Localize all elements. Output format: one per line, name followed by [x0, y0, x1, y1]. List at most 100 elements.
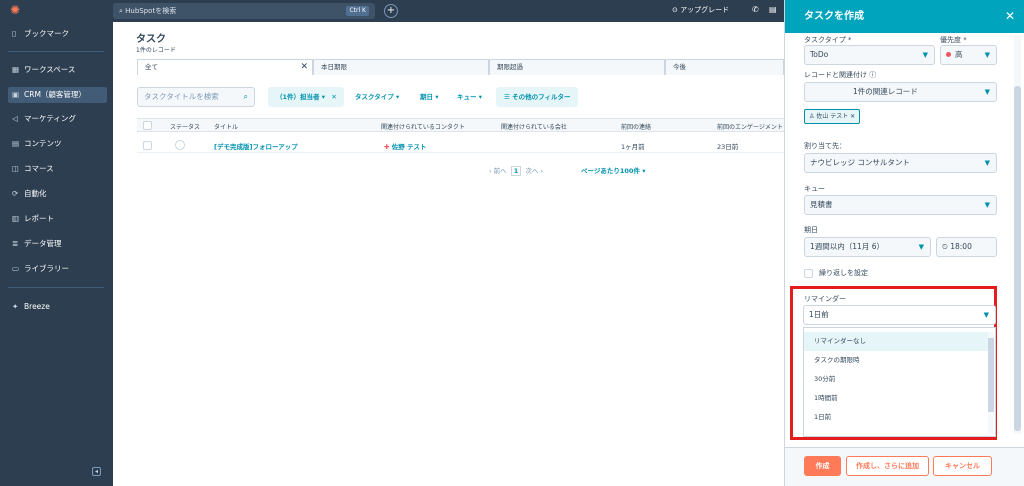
task-search-input[interactable]: タスクタイトルを検索 ⌕: [137, 87, 255, 107]
sidebar-item-label: マーケティング: [24, 114, 76, 123]
reminder-option-1day[interactable]: 1日前: [804, 408, 988, 427]
search-placeholder: HubSpotを検索: [125, 7, 177, 15]
reminder-option-at-due[interactable]: タスクの期限時: [804, 351, 988, 370]
collapse-sidebar-button[interactable]: ◂: [92, 467, 101, 476]
tab-label: 本日期限: [321, 63, 347, 71]
due-time-input[interactable]: ⏲ 18:00: [936, 237, 997, 257]
current-page-number[interactable]: 1: [510, 166, 522, 176]
per-page-label: ページあたり100件: [581, 167, 640, 175]
tab-overdue[interactable]: 期限超過: [489, 59, 665, 75]
due-filter[interactable]: 期日 ▾: [420, 87, 439, 107]
folder-icon: ▭: [12, 264, 20, 273]
upgrade-icon: ⊙: [672, 6, 681, 14]
repeat-checkbox[interactable]: [804, 268, 813, 278]
caret-down-icon: ▼: [984, 88, 990, 96]
column-header-contact[interactable]: 関連付けられているコンタクト: [381, 122, 465, 131]
priority-select[interactable]: 高 ▼: [940, 45, 997, 65]
sidebar-item-label: コマース: [24, 164, 54, 173]
dropdown-scrollbar-thumb[interactable]: [988, 338, 994, 412]
sidebar-item-library[interactable]: ▭ ライブラリー: [8, 261, 107, 277]
hubspot-logo-icon[interactable]: ✺: [8, 3, 22, 17]
phone-icon[interactable]: ✆: [752, 5, 759, 14]
reminder-select[interactable]: 1日前 ▼: [803, 305, 996, 325]
close-icon[interactable]: ✕: [1005, 0, 1015, 33]
panel-header: タスクを作成 ✕: [785, 0, 1024, 33]
assignee-select[interactable]: ナウビレッジ コンサルタント ▼: [804, 153, 997, 173]
panel-scrollbar-thumb[interactable]: [1014, 86, 1021, 431]
main-content: タスク 1件のレコード 全て ✕ 本日期限 期限超過 今後 タスクタイトルを検索 …: [113, 22, 784, 486]
view-tabs: 全て ✕ 本日期限 期限超過 今後: [137, 59, 784, 75]
tab-upcoming[interactable]: 今後: [665, 59, 784, 75]
search-icon: ⌕: [243, 92, 248, 101]
queue-select[interactable]: 見積書 ▼: [804, 195, 997, 215]
reminder-option-1hour[interactable]: 1時間前: [804, 389, 988, 408]
filter-label: 期日: [420, 93, 433, 101]
due-date-select[interactable]: 1週間以内（11月 6） ▼: [804, 237, 931, 257]
priority-label: 優先度 *: [940, 36, 967, 44]
repeat-option[interactable]: 繰り返しを設定: [804, 268, 868, 278]
chevron-right-icon[interactable]: ›: [540, 167, 543, 175]
tab-all[interactable]: 全て ✕: [137, 59, 313, 75]
due-label: 期日: [804, 226, 818, 234]
due-date-value: 1週間以内（11月 6）: [810, 242, 884, 251]
panel-scrollbar[interactable]: [1014, 36, 1021, 434]
select-all-checkbox[interactable]: [143, 121, 152, 130]
sidebar-item-label: Breeze: [24, 302, 50, 311]
sidebar-item-marketing[interactable]: ◁ マーケティング: [8, 111, 107, 127]
table-header: ステータス タイトル 関連付けられているコンタクト 関連付けられている会社 前回…: [137, 118, 784, 132]
caret-down-icon: ▼: [984, 159, 990, 167]
info-icon[interactable]: ⓘ: [869, 71, 876, 79]
sidebar-item-data-management[interactable]: ≣ データ管理: [8, 236, 107, 252]
owner-filter[interactable]: （1件）担当者 ▾ ✕: [268, 87, 344, 107]
create-button[interactable]: 作成: [804, 456, 841, 476]
next-page-button[interactable]: 次へ: [525, 167, 538, 175]
task-type-filter[interactable]: タスクタイプ ▾: [355, 87, 399, 107]
row-checkbox[interactable]: [143, 141, 152, 150]
sidebar-item-content[interactable]: ▤ コンテンツ: [8, 136, 107, 152]
associated-contact-chip[interactable]: ♙ 佐山 テスト ✕: [804, 109, 861, 124]
global-search-input[interactable]: ⌕ HubSpotを検索 Ctrl K: [113, 3, 375, 19]
queue-filter[interactable]: キュー ▾: [457, 87, 482, 107]
create-and-add-button[interactable]: 作成し、さらに追加: [846, 456, 929, 476]
per-page-select[interactable]: ページあたり100件 ▾: [581, 165, 645, 175]
create-new-button[interactable]: +: [384, 4, 398, 18]
reminder-option-none[interactable]: リマインダーなし: [804, 332, 988, 351]
contact-cell[interactable]: ✚ 佐野 テスト: [384, 141, 426, 151]
more-filters-button[interactable]: ☰ その他のフィルター: [496, 87, 578, 107]
task-type-select[interactable]: ToDo ▼: [804, 45, 935, 65]
sidebar-item-crm[interactable]: ▣ CRM（顧客管理）: [8, 87, 107, 103]
sidebar-item-workspace[interactable]: ▦ ワークスペース: [8, 62, 107, 78]
task-title-link[interactable]: [デモ完成版]フォローアップ: [214, 141, 298, 151]
due-time-value: 18:00: [950, 242, 972, 251]
sidebar-item-breeze[interactable]: ✦ Breeze: [8, 299, 107, 315]
priority-value: 高: [955, 50, 963, 59]
sidebar-item-commerce[interactable]: ◫ コマース: [8, 161, 107, 177]
marketplace-icon[interactable]: ▤: [769, 5, 777, 14]
complete-task-icon[interactable]: [175, 140, 185, 150]
dropdown-scrollbar[interactable]: [988, 332, 994, 434]
tab-due-today[interactable]: 本日期限: [313, 59, 489, 75]
close-icon[interactable]: ✕: [300, 60, 308, 75]
upgrade-button[interactable]: ⊙ アップグレード: [672, 5, 729, 15]
column-header-last-contact[interactable]: 前回の連絡: [621, 122, 651, 131]
chevron-down-icon: ▾: [478, 93, 483, 101]
table-row[interactable]: [デモ完成版]フォローアップ ✚ 佐野 テスト 1ヶ月前 23日前: [137, 138, 784, 153]
column-header-company[interactable]: 関連付けられている会社: [501, 122, 567, 131]
record-association-select[interactable]: 1件の関連レコード ▼: [804, 82, 997, 102]
column-header-status[interactable]: ステータス: [170, 122, 200, 131]
caret-down-icon: ▼: [984, 201, 990, 209]
prev-page-button[interactable]: 前へ: [494, 167, 507, 175]
clear-filter-icon[interactable]: ✕: [331, 93, 336, 101]
sidebar-item-automation[interactable]: ⟳ 自動化: [8, 186, 107, 202]
column-header-last-engagement[interactable]: 前回のエンゲージメント: [717, 122, 783, 131]
sidebar-divider: [8, 51, 104, 52]
sidebar-item-bookmark[interactable]: ▯ ブックマーク: [8, 26, 107, 42]
reminder-option-30min[interactable]: 30分前: [804, 370, 988, 389]
cancel-button[interactable]: キャンセル: [933, 456, 992, 476]
sidebar-item-reports[interactable]: ▥ レポート: [8, 211, 107, 227]
panel-footer: 作成 作成し、さらに追加 キャンセル: [785, 447, 1024, 486]
column-header-title[interactable]: タイトル: [214, 122, 238, 131]
contact-chip-label: 佐山 テスト: [816, 113, 849, 120]
sidebar-item-label: コンテンツ: [24, 139, 62, 148]
remove-chip-icon[interactable]: ✕: [850, 113, 855, 120]
